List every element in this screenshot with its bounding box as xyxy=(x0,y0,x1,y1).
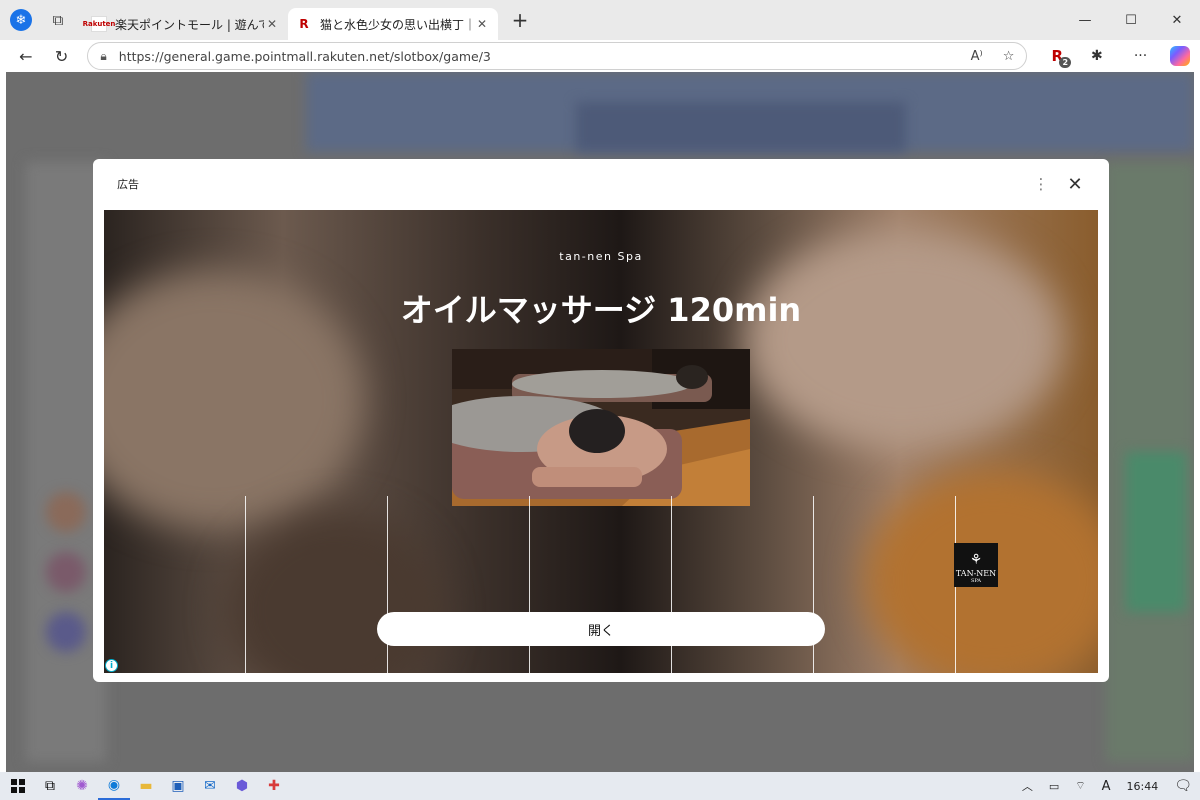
back-arrow-icon[interactable]: ← xyxy=(8,42,44,70)
rakuten-favicon-icon: Rakuten xyxy=(83,16,115,32)
tab-slot-game[interactable]: R 猫と水色少女の思い出横丁｜スロッ ✕ xyxy=(288,8,498,40)
divider-line xyxy=(245,496,246,673)
wifi-icon[interactable]: ⌔ xyxy=(1075,779,1085,793)
close-ad-icon[interactable]: ✕ xyxy=(1065,174,1085,195)
divider-line xyxy=(387,496,388,673)
system-tray: ︿ ▭ ⌔ A 16:44 🗨︎ xyxy=(1014,778,1200,794)
clock-time[interactable]: 16:44 xyxy=(1127,780,1159,793)
close-tab-icon[interactable]: ✕ xyxy=(474,17,490,31)
notification-icon[interactable]: 🗨︎ xyxy=(1174,778,1192,794)
tab-rakuten-pointmall[interactable]: Rakuten 楽天ポイントモール | 遊んで、買って楽 ✕ xyxy=(83,8,288,40)
edge-browser-icon[interactable]: ◉ xyxy=(98,772,130,800)
close-window-icon[interactable]: ✕ xyxy=(1154,0,1200,40)
url-text[interactable]: https://general.game.pointmall.rakuten.n… xyxy=(119,49,951,64)
refresh-icon[interactable]: ↻ xyxy=(44,42,80,70)
spa-figure-icon: ⚘ xyxy=(969,552,983,568)
ad-creative[interactable]: tan-nen Spa オイルマッサージ 120min ⚘ TAN-NEN SP… xyxy=(104,210,1098,673)
copilot-taskbar-icon[interactable]: ✺ xyxy=(66,772,98,800)
favorite-star-icon[interactable]: ☆ xyxy=(1003,49,1015,64)
ad-label: 広告 xyxy=(117,178,139,191)
close-tab-icon[interactable]: ✕ xyxy=(264,17,280,31)
blurred-shape xyxy=(744,230,1064,450)
address-bar[interactable]: 🔒︎ https://general.game.pointmall.rakute… xyxy=(87,42,1028,70)
extension-badge: 2 xyxy=(1059,57,1072,68)
blurred-banner-title xyxy=(576,102,906,152)
copilot-button[interactable] xyxy=(1160,42,1200,70)
extensions-puzzle-icon[interactable]: ✱ xyxy=(1077,42,1117,70)
rakuten-extension-icon[interactable]: R2 xyxy=(1037,42,1077,70)
tab-strip: ❄ ⧉ Rakuten 楽天ポイントモール | 遊んで、買って楽 ✕ R 猫と水… xyxy=(0,0,1200,40)
blurred-avatar xyxy=(46,492,86,532)
outlook-icon[interactable]: ✉ xyxy=(194,772,226,800)
open-ad-button[interactable]: 開く xyxy=(377,612,825,646)
blurred-avatar xyxy=(46,612,86,652)
window-controls: — ☐ ✕ xyxy=(1062,0,1200,40)
red-app-icon[interactable]: ✚ xyxy=(258,772,290,800)
new-tab-icon[interactable]: + xyxy=(508,8,532,32)
blurred-avatar xyxy=(46,552,86,592)
app-icon[interactable]: ⬢ xyxy=(226,772,258,800)
lock-icon[interactable]: 🔒︎ xyxy=(100,49,106,64)
massage-photo-illustration xyxy=(452,349,750,506)
rakuten-r-favicon-icon: R xyxy=(299,17,309,31)
ad-modal: 広告 ⋮ ✕ tan-nen Spa オイルマッサージ 120min ⚘ TAN… xyxy=(93,159,1109,682)
tab-title: 猫と水色少女の思い出横丁｜スロッ xyxy=(320,17,474,32)
divider-line xyxy=(671,496,672,673)
divider-line xyxy=(813,496,814,673)
copilot-icon xyxy=(1170,46,1191,66)
browser-window: ❄ ⧉ Rakuten 楽天ポイントモール | 遊んで、買って楽 ✕ R 猫と水… xyxy=(0,0,1200,772)
logo-subtext: SPA xyxy=(971,578,981,584)
show-hidden-icons-icon[interactable]: ︿ xyxy=(1022,778,1033,794)
address-toolbar: ← ↻ 🔒︎ https://general.game.pointmall.ra… xyxy=(0,40,1200,72)
store-icon[interactable]: ▣ xyxy=(162,772,194,800)
windows-start-icon[interactable] xyxy=(2,772,34,800)
massage-photo xyxy=(452,349,750,506)
windows-logo xyxy=(11,779,25,793)
more-options-icon[interactable]: ⋮ xyxy=(1031,175,1051,193)
workspaces-icon[interactable]: ⧉ xyxy=(47,9,69,31)
profile-icon[interactable]: ❄ xyxy=(10,9,32,31)
file-explorer-icon[interactable]: ▬ xyxy=(130,772,162,800)
tan-nen-spa-logo: ⚘ TAN-NEN SPA xyxy=(954,543,998,587)
ad-brand-name: tan-nen Spa xyxy=(559,250,643,263)
minimize-icon[interactable]: — xyxy=(1062,0,1108,40)
more-menu-icon[interactable]: ··· xyxy=(1121,42,1161,70)
battery-icon[interactable]: ▭ xyxy=(1049,780,1059,793)
task-view-icon[interactable]: ⧉ xyxy=(34,772,66,800)
blurred-shape xyxy=(224,510,444,673)
ad-headline: オイルマッサージ 120min xyxy=(400,291,802,329)
blurred-side-card xyxy=(1126,452,1186,612)
logo-text: TAN-NEN xyxy=(955,569,997,578)
ad-info-icon[interactable]: i xyxy=(105,659,118,672)
windows-taskbar: ⧉ ✺ ◉ ▬ ▣ ✉ ⬢ ✚ ︿ ▭ ⌔ A 16:44 🗨︎ xyxy=(0,772,1200,800)
ad-modal-header: 広告 ⋮ ✕ xyxy=(93,159,1109,209)
read-aloud-icon[interactable]: A⁾ xyxy=(971,49,983,64)
divider-line xyxy=(529,496,530,673)
maximize-icon[interactable]: ☐ xyxy=(1108,0,1154,40)
ime-indicator[interactable]: A xyxy=(1102,779,1111,794)
tab-title: 楽天ポイントモール | 遊んで、買って楽 xyxy=(115,17,264,32)
